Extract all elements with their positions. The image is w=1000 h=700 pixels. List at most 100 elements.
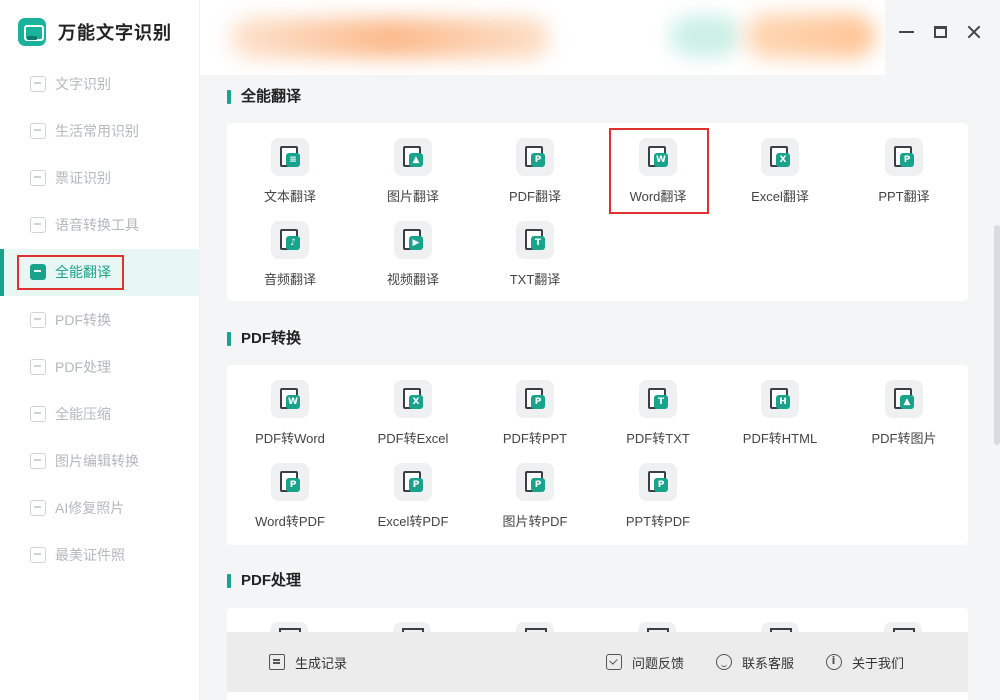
- tool-pdf-translate[interactable]: P PDF翻译: [475, 138, 595, 218]
- tool-ppt-translate[interactable]: P PPT翻译: [844, 138, 964, 218]
- footer-bar: 生成记录 问题反馈 联系客服 关于我们: [227, 632, 968, 692]
- tool-image-translate[interactable]: ▲ 图片翻译: [353, 138, 473, 218]
- sidebar-item-label: 票证识别: [55, 169, 111, 186]
- info-icon: [826, 654, 842, 670]
- section-title-pdf-process: PDF处理: [227, 571, 301, 591]
- tool-pdf-to-image[interactable]: ▲ PDF转图片: [844, 380, 964, 460]
- customer-service-icon: [716, 654, 732, 670]
- ai-repair-icon: [30, 500, 46, 517]
- ppt-translate-icon: P: [885, 138, 923, 176]
- sidebar-item-label: 文字识别: [55, 75, 111, 92]
- close-icon: [966, 24, 982, 40]
- sidebar-item-ai-repair[interactable]: AI修复照片: [0, 485, 200, 532]
- sidebar-item-translate[interactable]: 全能翻译: [0, 248, 200, 297]
- compress-icon: [30, 405, 46, 422]
- sidebar-nav: 文字识别 生活常用识别 票证识别 语音转换工具 全能翻译 PDF转换 PDF处理: [0, 60, 200, 579]
- sidebar-item-life-recognition[interactable]: 生活常用识别: [0, 107, 200, 154]
- about-us-button[interactable]: 关于我们: [826, 632, 904, 692]
- tool-audio-translate[interactable]: ♪ 音频翻译: [230, 221, 350, 301]
- sidebar-item-image-edit[interactable]: 图片编辑转换: [0, 438, 200, 485]
- minimize-button[interactable]: [894, 20, 918, 44]
- tool-text-translate[interactable]: ≡ 文本翻译: [230, 138, 350, 218]
- records-label: 生成记录: [295, 655, 348, 671]
- sidebar-item-ticket-recognition[interactable]: 票证识别: [0, 154, 200, 201]
- id-photo-icon: [30, 547, 46, 564]
- voice-convert-icon: [30, 217, 46, 234]
- maximize-icon: [933, 26, 947, 38]
- ppt-to-pdf-icon: P: [639, 463, 677, 501]
- contact-service-label: 联系客服: [742, 655, 795, 671]
- pdf-to-word-icon: W: [271, 380, 309, 418]
- tool-excel-translate[interactable]: X Excel翻译: [720, 138, 840, 218]
- pdf-to-image-icon: ▲: [885, 380, 923, 418]
- tool-word-translate[interactable]: W Word翻译: [598, 138, 718, 218]
- audio-translate-icon: ♪: [271, 221, 309, 259]
- pdf-to-txt-icon: T: [639, 380, 677, 418]
- sidebar-item-label: 全能翻译: [55, 264, 111, 281]
- banner-blur-graphic: [230, 18, 550, 58]
- pdf-translate-icon: P: [516, 138, 554, 176]
- sidebar-item-voice-tools[interactable]: 语音转换工具: [0, 202, 200, 249]
- tool-pdf-to-txt[interactable]: T PDF转TXT: [598, 380, 718, 460]
- minimize-icon: [898, 31, 914, 33]
- banner-blur-graphic: [745, 14, 875, 58]
- feedback-label: 问题反馈: [632, 655, 685, 671]
- about-us-label: 关于我们: [852, 655, 905, 671]
- app-brand: 万能文字识别: [18, 17, 172, 47]
- excel-to-pdf-icon: P: [394, 463, 432, 501]
- pdf-convert-tools-card: W PDF转Word X PDF转Excel P PDF转PPT T PDF转T…: [227, 365, 968, 545]
- tool-pdf-to-excel[interactable]: X PDF转Excel: [353, 380, 473, 460]
- sidebar-item-label: AI修复照片: [55, 500, 125, 517]
- life-scan-icon: [30, 122, 46, 139]
- pdf-to-excel-icon: X: [394, 380, 432, 418]
- tool-ppt-to-pdf[interactable]: P PPT转PDF: [598, 463, 718, 543]
- close-button[interactable]: [962, 20, 986, 44]
- tool-video-translate[interactable]: ▶ 视频翻译: [353, 221, 473, 301]
- sidebar-item-pdf-convert[interactable]: PDF转换: [0, 296, 200, 343]
- section-title-pdf-convert: PDF转换: [227, 329, 301, 349]
- sidebar-item-compress[interactable]: 全能压缩: [0, 390, 200, 437]
- feedback-icon: [606, 654, 622, 670]
- sidebar-item-pdf-process[interactable]: PDF处理: [0, 343, 200, 390]
- app-logo-icon: [18, 18, 46, 46]
- records-button[interactable]: 生成记录: [269, 632, 347, 692]
- tool-pdf-to-html[interactable]: H PDF转HTML: [720, 380, 840, 460]
- scrollbar-track[interactable]: [994, 60, 1000, 700]
- record-list-icon: [269, 654, 285, 670]
- pdf-to-ppt-icon: P: [516, 380, 554, 418]
- sidebar-item-label: PDF处理: [55, 358, 111, 375]
- image-edit-icon: [30, 453, 46, 470]
- feedback-button[interactable]: 问题反馈: [606, 632, 684, 692]
- image-to-pdf-icon: P: [516, 463, 554, 501]
- sidebar-item-label: PDF转换: [55, 311, 111, 328]
- pdf-to-html-icon: H: [761, 380, 799, 418]
- sidebar-item-label: 语音转换工具: [55, 217, 139, 234]
- sidebar-item-text-recognition[interactable]: 文字识别: [0, 60, 200, 107]
- top-banner[interactable]: [200, 0, 885, 75]
- translate-icon: [30, 264, 46, 281]
- pdf-process-icon: [30, 358, 46, 375]
- text-scan-icon: [30, 75, 46, 92]
- tool-excel-to-pdf[interactable]: P Excel转PDF: [353, 463, 473, 543]
- section-title-translate: 全能翻译: [227, 87, 301, 107]
- image-translate-icon: ▲: [394, 138, 432, 176]
- ticket-scan-icon: [30, 169, 46, 186]
- app-title: 万能文字识别: [58, 23, 172, 43]
- txt-translate-icon: T: [516, 221, 554, 259]
- excel-translate-icon: X: [761, 138, 799, 176]
- sidebar-item-id-photo[interactable]: 最美证件照: [0, 532, 200, 579]
- tool-pdf-to-ppt[interactable]: P PDF转PPT: [475, 380, 595, 460]
- sidebar-item-label: 最美证件照: [55, 547, 125, 564]
- word-translate-icon: W: [639, 138, 677, 176]
- sidebar-item-label: 全能压缩: [55, 405, 111, 422]
- tool-pdf-to-word[interactable]: W PDF转Word: [230, 380, 350, 460]
- tool-image-to-pdf[interactable]: P 图片转PDF: [475, 463, 595, 543]
- translate-tools-card: ≡ 文本翻译 ▲ 图片翻译 P PDF翻译 W Word翻译 X Excel翻译…: [227, 123, 968, 301]
- contact-service-button[interactable]: 联系客服: [716, 632, 794, 692]
- sidebar-item-label: 生活常用识别: [55, 122, 139, 139]
- tool-word-to-pdf[interactable]: P Word转PDF: [230, 463, 350, 543]
- text-translate-icon: ≡: [271, 138, 309, 176]
- tool-txt-translate[interactable]: T TXT翻译: [475, 221, 595, 301]
- maximize-button[interactable]: [928, 20, 952, 44]
- scrollbar-thumb[interactable]: [994, 225, 1000, 445]
